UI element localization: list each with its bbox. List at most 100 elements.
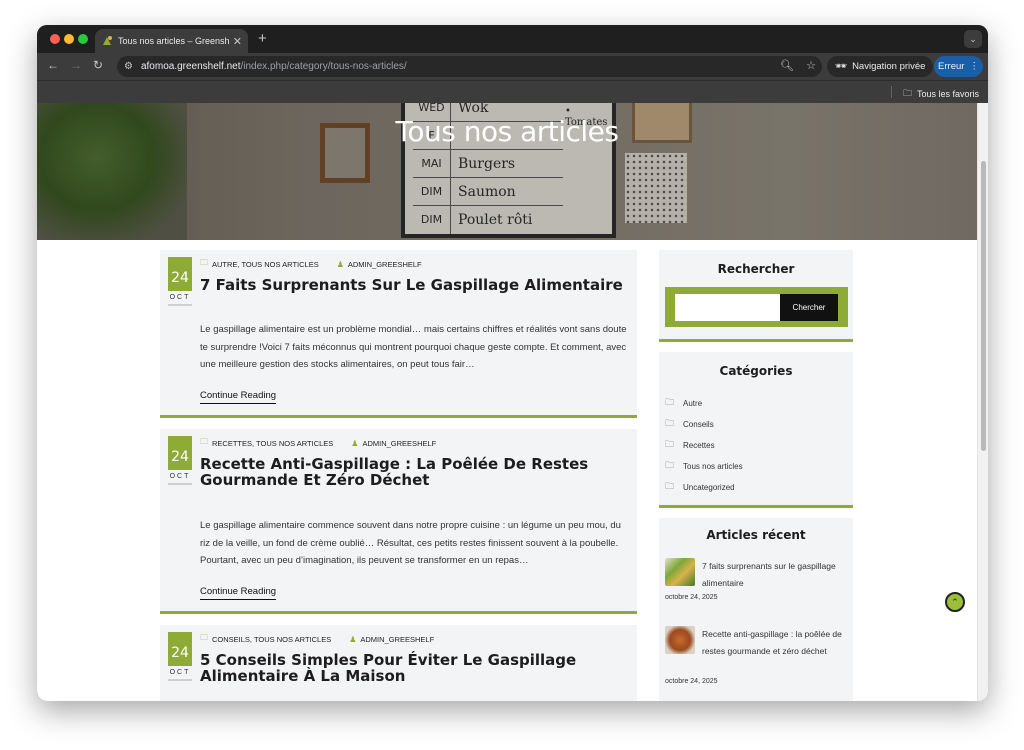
site-info-icon[interactable]: ⚙ <box>124 61 133 72</box>
folder-icon: 🗀 <box>200 258 208 267</box>
scrollbar-thumb[interactable] <box>981 161 986 451</box>
post-author[interactable]: ADMIN_GREESHELF <box>348 260 422 269</box>
maximize-window-button[interactable] <box>78 34 88 44</box>
post-month: OCT <box>168 473 192 485</box>
new-tab-button[interactable]: + <box>258 30 267 47</box>
post-author[interactable]: ADMIN_GREESHELF <box>362 439 436 448</box>
post-author[interactable]: ADMIN_GREESHELF <box>360 635 434 644</box>
user-icon: ♟ <box>349 634 357 644</box>
error-menu-button[interactable]: Erreur ⋮ <box>934 56 983 77</box>
category-label: Autre <box>683 398 703 408</box>
page-viewport: WED Wok F MAI Burgers DIM Saumon DIM Poulet … <box>37 103 988 701</box>
incognito-icon: 🕶︎ <box>835 61 848 72</box>
categories-widget: Catégories 🗀 Autre 🗀 Conseils 🗀 Recettes 🗀 T… <box>659 352 853 508</box>
recent-post-title[interactable]: 7 faits surprenants sur le gaspillage al… <box>702 558 852 592</box>
user-icon: ♟ <box>336 259 344 269</box>
bookmarks-divider <box>891 86 892 98</box>
category-link[interactable]: 🗀 Tous nos articles <box>665 458 743 474</box>
browser-toolbar: ← → ↻ ⚙ afomoa.greenshelf.net/index.php/… <box>37 53 988 80</box>
post-categories[interactable]: AUTRE, TOUS NOS ARTICLES <box>212 260 319 269</box>
user-icon: ♟ <box>351 438 359 448</box>
url-host: afomoa.greenshelf.net <box>140 61 241 72</box>
category-label: Tous nos articles <box>683 461 743 471</box>
post-date-badge: 24 OCT <box>168 436 192 485</box>
category-link[interactable]: 🗀 Recettes <box>665 437 715 453</box>
category-link[interactable]: 🗀 Autre <box>665 395 702 411</box>
post-card: 24 OCT 🗀 RECETTES, TOUS NOS ARTICLES ♟ ADM… <box>160 429 637 614</box>
kebab-menu-icon: ⋮ <box>969 61 979 72</box>
recent-posts-widget: Articles récent 7 faits surprenants sur … <box>659 518 853 701</box>
category-label: Conseils <box>683 419 714 429</box>
tab-active[interactable]: Tous nos articles – Greenshelf ✕ <box>95 29 248 53</box>
post-title[interactable]: Recette Anti-Gaspillage : La Poêlée De R… <box>200 456 630 488</box>
recent-post-item[interactable]: Recette anti-gaspillage : la poêlée de r… <box>665 626 850 696</box>
search-widget-title: Rechercher <box>717 262 795 276</box>
continue-reading-link[interactable]: Continue Reading <box>200 390 277 404</box>
all-bookmarks-button[interactable]: 🗀 Tous les favoris <box>903 86 979 102</box>
search-widget: Rechercher Chercher <box>659 250 853 342</box>
recent-post-item[interactable]: 7 faits surprenants sur le gaspillage al… <box>665 558 850 618</box>
post-month: OCT <box>168 294 192 306</box>
folder-icon: 🗀 <box>665 397 675 407</box>
error-label: Erreur <box>938 61 965 72</box>
close-tab-icon[interactable]: ✕ <box>233 35 242 48</box>
minimize-window-button[interactable] <box>64 34 74 44</box>
search-input[interactable] <box>675 294 780 321</box>
post-card: 24 OCT 🗀 AUTRE, TOUS NOS ARTICLES ♟ ADMIN_… <box>160 250 637 418</box>
search-button[interactable]: Chercher <box>780 294 838 321</box>
folder-icon: 🗀 <box>200 633 208 642</box>
post-title[interactable]: 5 Conseils Simples Pour Éviter Le Gaspil… <box>200 652 630 684</box>
recent-post-thumbnail[interactable] <box>665 558 695 586</box>
back-arrow-icon[interactable]: ← <box>47 58 59 72</box>
tab-title: Tous nos articles – Greenshelf <box>118 36 229 46</box>
bookmark-star-icon[interactable]: ☆ <box>806 60 816 72</box>
post-date-badge: 24 OCT <box>168 257 192 306</box>
category-label: Uncategorized <box>683 482 735 492</box>
tab-search-icon[interactable]: ⌄ <box>964 30 982 48</box>
post-month: OCT <box>168 669 192 681</box>
post-title[interactable]: 7 Faits Surprenants Sur Le Gaspillage Al… <box>200 277 630 293</box>
private-label: Navigation privée <box>852 61 926 72</box>
post-meta: 🗀 RECETTES, TOUS NOS ARTICLES ♟ ADMIN_GREE… <box>200 436 436 450</box>
post-day: 24 <box>168 436 192 470</box>
post-date-badge: 24 OCT <box>168 632 192 681</box>
recent-widget-title: Articles récent <box>706 528 806 542</box>
bookmarks-bar: 🗀 Tous les favoris <box>37 80 988 103</box>
close-window-button[interactable] <box>50 34 60 44</box>
folder-icon: 🗀 <box>665 481 675 491</box>
category-link[interactable]: 🗀 Conseils <box>665 416 714 432</box>
forward-arrow-icon[interactable]: → <box>70 58 82 72</box>
recent-post-thumbnail[interactable] <box>665 626 695 654</box>
search-form: Chercher <box>665 287 848 327</box>
private-browsing-badge[interactable]: 🕶︎ Navigation privée <box>827 56 934 77</box>
recent-post-title[interactable]: Recette anti-gaspillage : la poêlée de r… <box>702 626 852 660</box>
post-day: 24 <box>168 632 192 666</box>
folder-icon: 🗀 <box>665 439 675 449</box>
zoom-icon[interactable]: 🔍︎ <box>780 60 794 72</box>
url-path: /index.php/category/tous-nos-articles/ <box>240 61 407 72</box>
post-card: 24 OCT 🗀 CONSEILS, TOUS NOS ARTICLES ♟ ADM… <box>160 625 637 701</box>
greenshelf-favicon-icon <box>103 36 112 45</box>
post-meta: 🗀 AUTRE, TOUS NOS ARTICLES ♟ ADMIN_GREESHE… <box>200 257 422 271</box>
folder-icon: 🗀 <box>200 437 208 446</box>
continue-reading-link[interactable]: Continue Reading <box>200 586 277 600</box>
post-excerpt: Le gaspillage alimentaire commence souve… <box>200 520 621 566</box>
post-day: 24 <box>168 257 192 291</box>
tab-bar: Tous nos articles – Greenshelf ✕ + ⌄ <box>37 25 988 53</box>
omnibox-actions: 🔍︎ ☆ <box>780 59 816 72</box>
post-categories[interactable]: RECETTES, TOUS NOS ARTICLES <box>212 439 333 448</box>
page-title: Tous nos articles <box>395 115 620 148</box>
recent-post-date: octobre 24, 2025 <box>665 678 718 685</box>
category-label: Recettes <box>683 440 715 450</box>
categories-widget-title: Catégories <box>719 364 793 378</box>
address-bar[interactable]: ⚙ afomoa.greenshelf.net/index.php/catego… <box>117 56 822 77</box>
folder-icon: 🗀 <box>665 460 675 470</box>
hero-banner: WED Wok F MAI Burgers DIM Saumon DIM Poulet … <box>37 103 977 240</box>
page-scrollbar[interactable] <box>977 103 988 701</box>
category-link[interactable]: 🗀 Uncategorized <box>665 479 735 495</box>
chevron-double-up-icon[interactable]: ⌃ <box>945 592 965 612</box>
folder-icon: 🗀 <box>665 418 675 428</box>
post-categories[interactable]: CONSEILS, TOUS NOS ARTICLES <box>212 635 331 644</box>
reload-icon[interactable]: ↻ <box>93 58 103 72</box>
recent-post-date: octobre 24, 2025 <box>665 594 718 601</box>
